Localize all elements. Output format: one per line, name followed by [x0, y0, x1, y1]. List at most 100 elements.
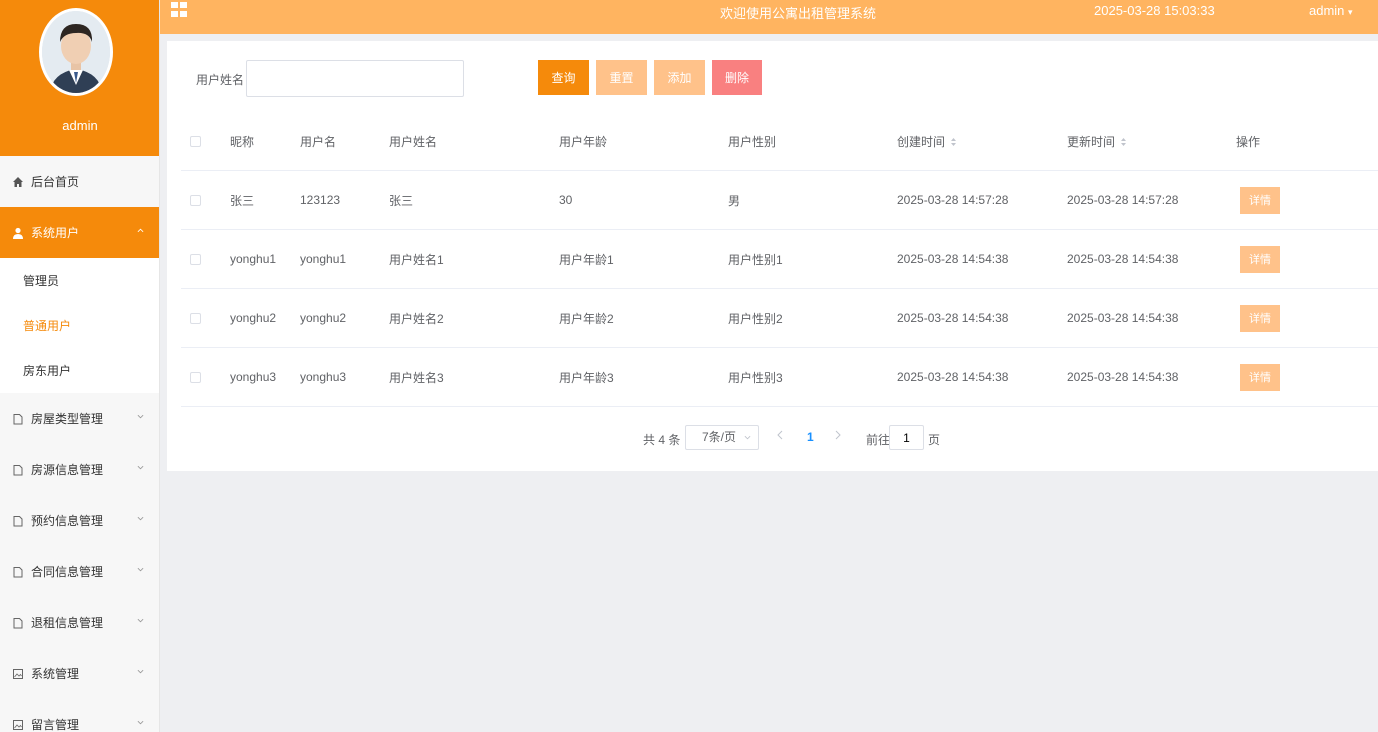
chevron-down-icon	[137, 516, 144, 521]
chevron-down-icon	[137, 618, 144, 623]
page-size-select[interactable]: 7条/页	[685, 425, 759, 450]
select-all-checkbox[interactable]	[190, 136, 201, 147]
cell-created: 2025-03-28 14:57:28	[897, 193, 1009, 207]
row-checkbox[interactable]	[190, 312, 201, 324]
user-menu[interactable]: admin ▾	[1309, 3, 1353, 18]
menu-label: 合同信息管理	[31, 565, 104, 579]
cell-created: 2025-03-28 14:54:38	[897, 311, 1009, 325]
cell-age: 用户年龄2	[559, 311, 614, 326]
sub-item-label: 房东用户	[23, 364, 72, 378]
detail-button[interactable]: 详情	[1240, 186, 1280, 214]
user-icon	[13, 227, 23, 239]
menu-item-booking[interactable]: 预约信息管理	[0, 495, 159, 546]
search-input[interactable]	[246, 60, 464, 97]
cell-realname: 用户姓名3	[389, 370, 444, 385]
cell-gender: 用户性别1	[728, 252, 783, 267]
document-icon	[13, 617, 23, 628]
header-updated[interactable]: 更新时间	[1067, 113, 1127, 170]
cell-username: yonghu1	[300, 252, 347, 266]
header-username: 用户名	[300, 135, 337, 149]
menu-item-system-users[interactable]: 系统用户	[0, 207, 159, 258]
avatar[interactable]	[39, 8, 113, 96]
sub-item-landlord[interactable]: 房东用户	[0, 348, 159, 393]
page-size-value: 7条/页	[702, 430, 737, 444]
home-icon	[13, 176, 23, 187]
sub-item-normal-user[interactable]: 普通用户	[0, 303, 159, 348]
cell-realname: 用户姓名2	[389, 311, 444, 326]
user-table: 昵称 用户名 用户姓名 用户年龄 用户性别 创建时间 更新时间 操作 张三 12…	[181, 113, 1378, 407]
table-row: yonghu3 yonghu3 用户姓名3 用户年龄3 用户性别3 2025-0…	[181, 348, 1378, 407]
select-all-cell	[190, 113, 201, 170]
cell-nickname: yonghu1	[230, 252, 277, 266]
document-icon	[13, 413, 23, 424]
menu-item-checkout[interactable]: 退租信息管理	[0, 597, 159, 648]
cell-username: yonghu2	[300, 311, 347, 325]
add-button[interactable]: 添加	[654, 60, 705, 95]
document-icon	[13, 464, 23, 475]
cell-updated: 2025-03-28 14:54:38	[1067, 252, 1179, 266]
delete-button[interactable]: 删除	[712, 60, 762, 95]
reset-button[interactable]: 重置	[596, 60, 647, 95]
cell-nickname: 张三	[230, 193, 255, 208]
menu-item-contract[interactable]: 合同信息管理	[0, 546, 159, 597]
cell-gender: 用户性别3	[728, 370, 783, 385]
sort-icon[interactable]	[950, 137, 957, 147]
cell-realname: 用户姓名1	[389, 252, 444, 267]
cell-updated: 2025-03-28 14:54:38	[1067, 370, 1179, 384]
menu-label: 系统管理	[31, 667, 80, 681]
header-realname: 用户姓名	[389, 135, 438, 149]
row-checkbox[interactable]	[190, 371, 201, 383]
menu-label: 退租信息管理	[31, 616, 104, 630]
table-row: yonghu1 yonghu1 用户姓名1 用户年龄1 用户性别1 2025-0…	[181, 230, 1378, 289]
menu-item-system[interactable]: 系统管理	[0, 648, 159, 699]
chevron-up-icon	[137, 228, 144, 233]
chevron-down-icon	[137, 669, 144, 674]
cell-gender: 男	[728, 193, 741, 208]
sub-item-label: 普通用户	[23, 319, 72, 333]
user-name: admin	[62, 118, 98, 133]
detail-button[interactable]: 详情	[1240, 304, 1280, 332]
sub-item-label: 管理员	[23, 274, 60, 288]
grid-menu-icon[interactable]	[170, 2, 188, 18]
header-created[interactable]: 创建时间	[897, 113, 957, 170]
menu-item-house-type[interactable]: 房屋类型管理	[0, 393, 159, 444]
document-icon	[13, 515, 23, 526]
next-page-icon[interactable]	[834, 429, 842, 441]
detail-button[interactable]: 详情	[1240, 245, 1280, 273]
app-title: 欢迎使用公寓出租管理系统	[720, 6, 877, 21]
cell-created: 2025-03-28 14:54:38	[897, 370, 1009, 384]
header-nickname: 昵称	[230, 135, 255, 149]
chevron-down-icon	[137, 567, 144, 572]
menu-item-home[interactable]: 后台首页	[0, 156, 159, 207]
menu-label: 房屋类型管理	[31, 412, 104, 426]
cell-nickname: yonghu3	[230, 370, 277, 384]
image-icon	[13, 719, 23, 730]
table-row: 张三 123123 张三 30 男 2025-03-28 14:57:28 20…	[181, 171, 1378, 230]
cell-gender: 用户性别2	[728, 311, 783, 326]
user-menu-label: admin	[1309, 3, 1345, 18]
menu-label: 留言管理	[31, 718, 80, 732]
menu-item-listing[interactable]: 房源信息管理	[0, 444, 159, 495]
chevron-down-icon	[137, 414, 144, 419]
chevron-down-icon	[137, 465, 144, 470]
sidebar-header: admin	[0, 0, 159, 156]
sub-item-admin[interactable]: 管理员	[0, 258, 159, 303]
sort-icon[interactable]	[1120, 137, 1127, 147]
row-checkbox[interactable]	[190, 194, 201, 206]
goto-label: 前往	[866, 433, 891, 447]
cell-username: yonghu3	[300, 370, 347, 384]
cell-nickname: yonghu2	[230, 311, 277, 325]
row-checkbox[interactable]	[190, 253, 201, 265]
query-button[interactable]: 查询	[538, 60, 589, 95]
sidebar: admin 后台首页 系统用户 管理员 普通用户 房东用户 房屋类型管理 房源信…	[0, 0, 160, 732]
goto-page-input[interactable]	[889, 425, 924, 450]
pagination-total: 共 4 条	[643, 433, 681, 447]
cell-age: 用户年龄3	[559, 370, 614, 385]
menu-item-messages[interactable]: 留言管理	[0, 699, 159, 732]
menu-label: 预约信息管理	[31, 514, 104, 528]
menu-label: 房源信息管理	[31, 463, 104, 477]
detail-button[interactable]: 详情	[1240, 363, 1280, 391]
page-number-current[interactable]: 1	[807, 430, 814, 444]
prev-page-icon[interactable]	[776, 429, 784, 441]
header-updated-label: 更新时间	[1067, 135, 1116, 149]
